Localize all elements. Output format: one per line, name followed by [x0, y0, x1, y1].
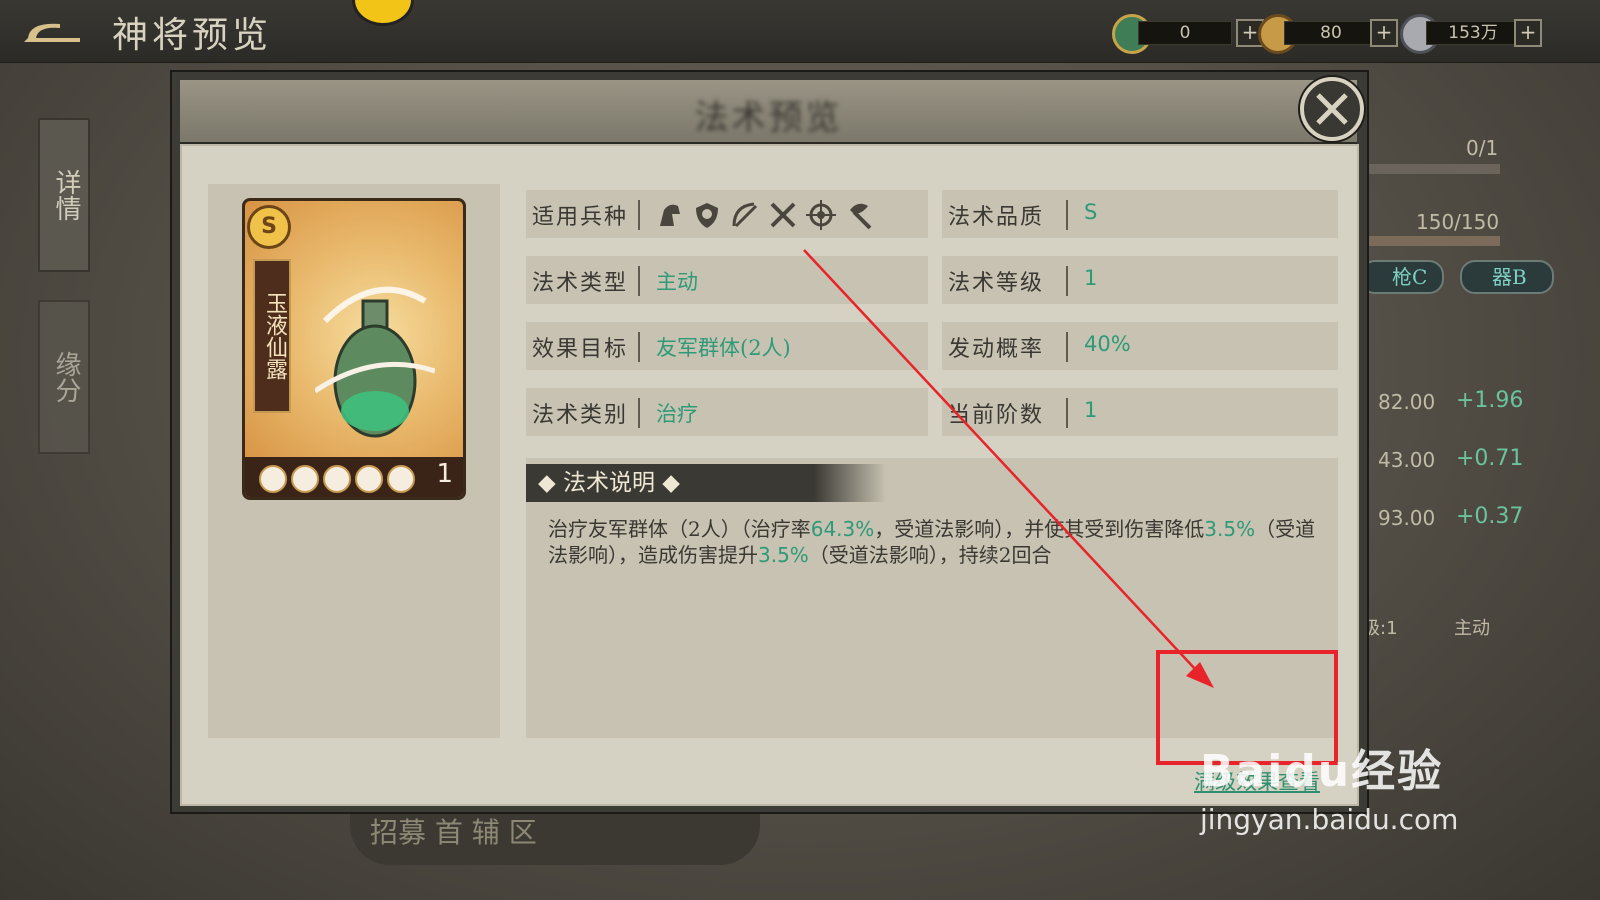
watermark: Baidu经验 jingyan.baidu.com	[1200, 735, 1458, 836]
watermark-logo: Baidu经验	[1200, 746, 1444, 797]
watermark-url: jingyan.baidu.com	[1200, 803, 1459, 836]
